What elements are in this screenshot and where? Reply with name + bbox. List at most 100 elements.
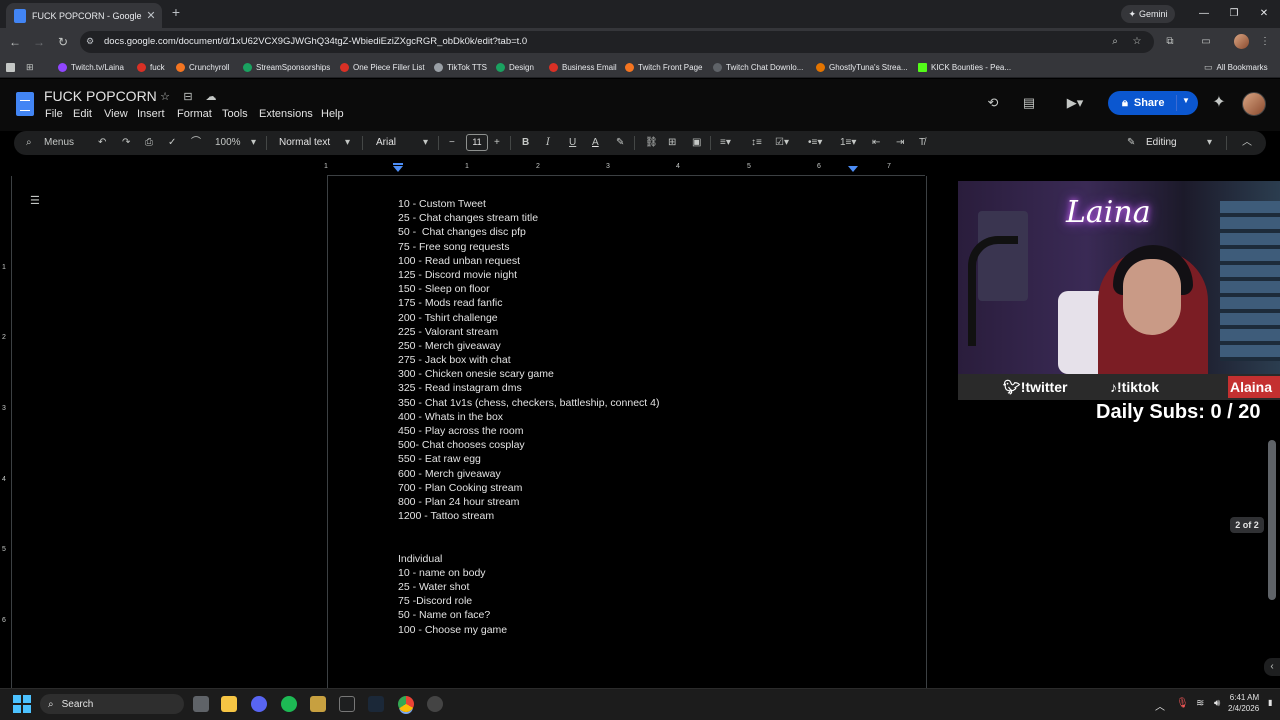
insert-image-icon[interactable]: ▣ (692, 136, 701, 150)
text-color-button[interactable]: A (592, 136, 599, 150)
version-history-icon[interactable]: ⟲ (984, 94, 1002, 112)
print-icon[interactable]: ⎙ (145, 136, 153, 150)
bookmark-item[interactable]: Twitch.tv/Laina (58, 60, 124, 74)
chrome-icon[interactable] (398, 696, 414, 712)
chevron-down-icon[interactable]: ▾ (345, 136, 350, 150)
undo-icon[interactable]: ↶ (98, 136, 106, 150)
notification-icon[interactable]: ▮ (1268, 698, 1272, 707)
spotify-icon[interactable] (281, 696, 297, 712)
link-icon[interactable]: ⛓ (645, 136, 658, 150)
add-comment-icon[interactable]: ⊞ (668, 136, 676, 150)
side-panel-icon[interactable]: ▭ (1199, 35, 1213, 49)
tab-groups-icon[interactable]: ⊞ (26, 60, 34, 74)
windows-start-icon[interactable] (13, 695, 31, 713)
paint-format-icon[interactable]: ⌒ (191, 136, 201, 150)
browser-tab[interactable]: FUCK POPCORN - Google Docs ✕ (6, 3, 162, 28)
chevron-down-icon[interactable]: ▾ (423, 136, 428, 150)
tray-chevron-icon[interactable]: ︿ (1155, 698, 1165, 713)
chevron-down-icon[interactable]: ▾ (1207, 136, 1212, 150)
side-panel-toggle-icon[interactable]: ‹ (1264, 658, 1280, 676)
clear-formatting-icon[interactable]: T̸ (919, 136, 925, 150)
volume-icon[interactable]: 🔊︎ (1214, 698, 1220, 709)
menu-help[interactable]: Help (321, 108, 344, 120)
minimize-icon[interactable]: — (1196, 6, 1212, 22)
decrease-indent-icon[interactable]: ⇤ (872, 136, 880, 150)
move-folder-icon[interactable]: ⊟ (181, 90, 195, 104)
bookmark-item[interactable]: TikTok TTS (434, 60, 487, 74)
share-button[interactable]: 🔒︎ Share ▼ (1108, 91, 1198, 115)
reload-icon[interactable]: ↻ (54, 33, 72, 51)
bold-button[interactable]: B (522, 136, 529, 150)
align-icon[interactable]: ≡▾ (720, 136, 731, 150)
restore-icon[interactable]: ❐ (1226, 6, 1242, 22)
docs-logo-icon[interactable] (16, 92, 34, 116)
spellcheck-icon[interactable]: ✓ (168, 136, 176, 150)
zoom-icon[interactable]: ⌕ (1108, 35, 1122, 49)
search-icon[interactable]: ⌕ (26, 136, 32, 150)
bookmark-item[interactable]: One Piece Filler List (340, 60, 425, 74)
bulleted-list-icon[interactable]: •≡▾ (808, 136, 822, 150)
increase-font-icon[interactable]: + (494, 136, 500, 150)
bookmark-item[interactable]: Twitch Chat Downlo... (713, 60, 803, 74)
back-icon[interactable]: ← (6, 33, 24, 51)
file-explorer-icon[interactable] (221, 696, 237, 712)
menu-file[interactable]: File (45, 108, 63, 120)
bookmark-item[interactable]: KICK Bounties - Pea... (918, 60, 1011, 74)
vertical-scrollbar[interactable] (1268, 440, 1276, 600)
bookmark-item[interactable]: Design (496, 60, 534, 74)
bookmark-item[interactable]: fuck (137, 60, 165, 74)
collapse-menus-icon[interactable]: ︿ (1242, 136, 1252, 150)
chevron-down-icon[interactable]: ▾ (251, 136, 256, 150)
address-bar[interactable]: ⚙ docs.google.com/document/d/1xU62VCX9GJ… (80, 31, 1154, 53)
clock[interactable]: 6:41 AM 2/4/2026 (1228, 692, 1259, 714)
wifi-icon[interactable]: ≋ (1196, 698, 1204, 709)
bookmark-item[interactable]: Twitch Front Page (625, 60, 702, 74)
profile-avatar[interactable] (1234, 34, 1249, 49)
menu-extensions[interactable]: Extensions (259, 108, 313, 120)
forward-icon[interactable]: → (30, 33, 48, 51)
decrease-font-icon[interactable]: − (449, 136, 455, 150)
search-menus[interactable]: Menus (44, 136, 74, 150)
line-spacing-icon[interactable]: ↕≡ (751, 136, 762, 150)
document-title[interactable]: FUCK POPCORN (44, 88, 157, 104)
app-icon[interactable] (339, 696, 355, 712)
tab-close-icon[interactable]: ✕ (144, 9, 158, 23)
microphone-icon[interactable]: 🎙︎ (1176, 698, 1189, 709)
bookmark-item[interactable]: StreamSponsorships (243, 60, 330, 74)
menu-format[interactable]: Format (177, 108, 212, 120)
discord-icon[interactable] (251, 696, 267, 712)
underline-button[interactable]: U (569, 136, 576, 150)
increase-indent-icon[interactable]: ⇥ (896, 136, 904, 150)
highlight-icon[interactable]: ✎ (616, 136, 624, 150)
numbered-list-icon[interactable]: 1≡▾ (840, 136, 856, 150)
new-tab-button[interactable]: + (168, 4, 184, 22)
steam-icon[interactable] (368, 696, 384, 712)
meet-icon[interactable]: ▶▾ (1060, 94, 1090, 112)
apps-icon[interactable] (6, 60, 15, 74)
extensions-icon[interactable]: ⧉ (1163, 35, 1177, 49)
menu-edit[interactable]: Edit (73, 108, 92, 120)
gemini-sparkle-icon[interactable]: ✦ (1210, 94, 1228, 112)
cloud-saved-icon[interactable]: ☁ (204, 90, 218, 104)
taskbar-search[interactable]: ⌕ Search (40, 694, 184, 714)
gemini-button[interactable]: ✦ Gemini (1121, 5, 1175, 23)
app-icon[interactable] (427, 696, 443, 712)
star-icon[interactable]: ☆ (158, 90, 172, 104)
bookmark-star-icon[interactable]: ☆ (1130, 35, 1144, 49)
document-body[interactable]: 10 - Custom Tweet 25 - Chat changes stre… (398, 197, 659, 637)
more-icon[interactable]: ⋮ (1258, 35, 1272, 49)
style-select[interactable]: Normal text (279, 136, 330, 150)
comments-icon[interactable]: ▤ (1020, 94, 1038, 112)
menu-tools[interactable]: Tools (222, 108, 248, 120)
menu-view[interactable]: View (104, 108, 128, 120)
site-info-icon[interactable]: ⚙ (86, 36, 98, 48)
app-icon[interactable] (310, 696, 326, 712)
chevron-down-icon[interactable]: ▼ (1182, 96, 1190, 105)
task-view-icon[interactable] (193, 696, 209, 712)
window-close-icon[interactable]: ✕ (1256, 6, 1272, 22)
vertical-ruler[interactable] (0, 176, 12, 688)
italic-button[interactable]: I (546, 136, 550, 150)
checklist-icon[interactable]: ☑▾ (775, 136, 789, 150)
zoom-select[interactable]: 100% (215, 136, 241, 150)
redo-icon[interactable]: ↷ (122, 136, 130, 150)
